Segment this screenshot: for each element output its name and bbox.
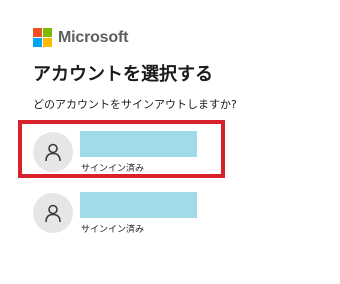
redacted-account-name (80, 192, 197, 218)
brand-name: Microsoft (58, 28, 129, 46)
account-option-2[interactable]: サインイン済み (33, 192, 313, 235)
avatar (33, 132, 73, 172)
signout-prompt: どのアカウントをサインアウトしますか? (33, 98, 237, 111)
user-icon (45, 204, 61, 223)
account-status: サインイン済み (81, 225, 145, 235)
account-option-1[interactable]: サインイン済み (33, 131, 313, 174)
microsoft-logo-icon (33, 28, 52, 47)
avatar (33, 193, 73, 233)
account-status: サインイン済み (81, 164, 145, 174)
page-title: アカウントを選択する (33, 64, 213, 85)
brand-header: Microsoft (33, 28, 128, 47)
user-icon (45, 143, 61, 162)
redacted-account-name (80, 131, 197, 157)
